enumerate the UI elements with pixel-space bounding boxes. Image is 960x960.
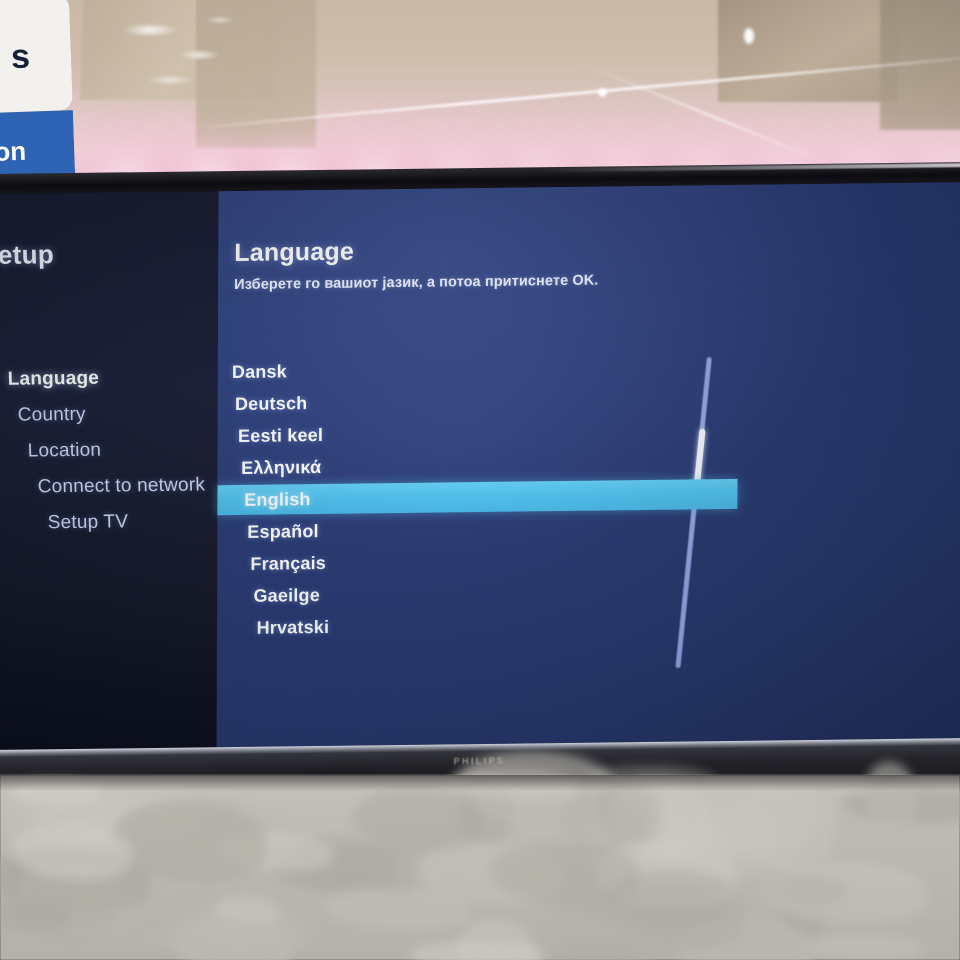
language-option-label: Deutsch (234, 392, 308, 414)
page-title: Setup (0, 239, 55, 271)
sidebar-item-country[interactable]: Country (17, 403, 251, 426)
floor-texture-patch (174, 919, 292, 960)
floor-texture-patch (801, 935, 923, 959)
sign-text-top: s (10, 37, 31, 77)
language-panel: Language Изберете го вашиот јазик, а пот… (216, 181, 960, 748)
box-label-sign: s on (0, 0, 76, 178)
plastic-wrap-glare (110, 0, 270, 120)
tv-screen: Setup Language Country Location Connect to … (0, 181, 960, 751)
language-option-label: Eesti keel (238, 424, 324, 446)
language-option-label: Hrvatski (256, 616, 330, 638)
sidebar-menu[interactable]: Language Country Location Connect to networ… (0, 367, 254, 550)
light-glint (598, 88, 607, 97)
language-option-label: Ελληνικά (241, 456, 322, 478)
language-option-label: Español (247, 520, 319, 542)
panel-subtitle: Изберете го вашиот јазик, а потоа притис… (234, 272, 599, 294)
language-option-label: Dansk (231, 360, 287, 382)
language-list[interactable]: Dansk Deutsch Eesti keel Ελληνικά English Esp… (217, 347, 960, 644)
language-option-label: Français (250, 552, 327, 574)
floor-texture-patch (541, 942, 655, 960)
floor-shadow (0, 775, 960, 791)
language-option-label: Gaeilge (253, 584, 320, 606)
sidebar-item-language[interactable]: Language (7, 367, 250, 390)
floor-texture-patch (458, 918, 535, 960)
floor-texture-patch (0, 902, 72, 931)
concrete-floor (0, 752, 960, 960)
panel-title: Language (234, 237, 355, 268)
language-option-label: English (244, 488, 311, 510)
television: Setup Language Country Location Connect to … (0, 161, 960, 796)
photo-of-tv-screen: s on Setup Language Country Location Connec… (0, 0, 960, 960)
sign-text-bottom: on (0, 135, 27, 167)
light-glint (744, 28, 754, 44)
cardboard-box (718, 0, 898, 102)
